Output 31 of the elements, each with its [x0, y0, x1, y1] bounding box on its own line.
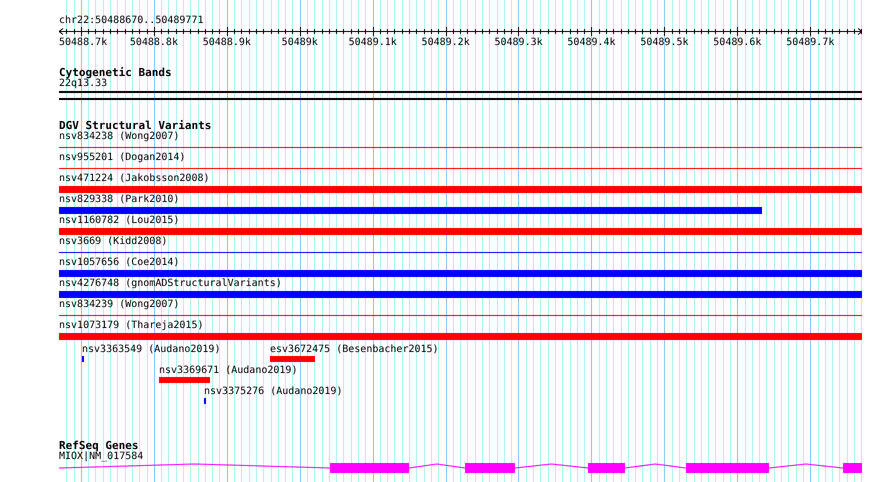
track-title: Cytogenetic Bands [59, 67, 172, 78]
variant-label: nsv3375276 (Audano2019) [204, 386, 342, 397]
band-label: 22q13.33 [59, 78, 108, 89]
ruler-label: 50489.4k [567, 37, 616, 48]
ruler-label: 50489.6k [713, 37, 762, 48]
variant-label: nsv834238 (Wong2007) [59, 131, 180, 142]
variant-label: nsv955201 (Dogan2014) [59, 152, 186, 163]
ruler-label: 50489.7k [786, 37, 834, 48]
ruler-label: 50488.9k [202, 37, 251, 48]
variant-label: nsv3669 (Kidd2008) [59, 236, 168, 247]
ruler-label: 50489k [282, 37, 318, 48]
region-label: chr22:50488670..50489771 [59, 15, 204, 26]
ruler-label: 50488.8k [130, 37, 178, 48]
ruler-label: 50489.5k [640, 37, 689, 48]
variant-label: esv3672475 (Besenbacher2015) [270, 344, 439, 355]
ruler-label: 50488.7k [59, 37, 108, 48]
gene-label: MIOX|NM_017584 [59, 451, 144, 462]
variant-label: nsv3363549 (Audano2019) [82, 344, 220, 355]
variant-label: nsv471224 (Jakobsson2008) [59, 173, 210, 184]
ruler-label: 50489.3k [494, 37, 543, 48]
track-title: DGV Structural Variants [59, 120, 212, 131]
variant-label: nsv1073179 (Thareja2015) [59, 320, 204, 331]
ruler-label: 50489.2k [422, 37, 470, 48]
variant-label: nsv1160782 (Lou2015) [59, 215, 180, 226]
variant-label: nsv834239 (Wong2007) [59, 299, 180, 310]
variant-label: nsv1057656 (Coe2014) [59, 257, 180, 268]
variant-label: nsv829338 (Park2010) [59, 194, 180, 205]
variant-label: nsv3369671 (Audano2019) [159, 365, 298, 376]
track-title: RefSeq Genes [59, 440, 138, 451]
ruler-label: 50489.1k [348, 37, 397, 48]
variant-label: nsv4276748 (gnomADStructuralVariants) [59, 278, 282, 289]
